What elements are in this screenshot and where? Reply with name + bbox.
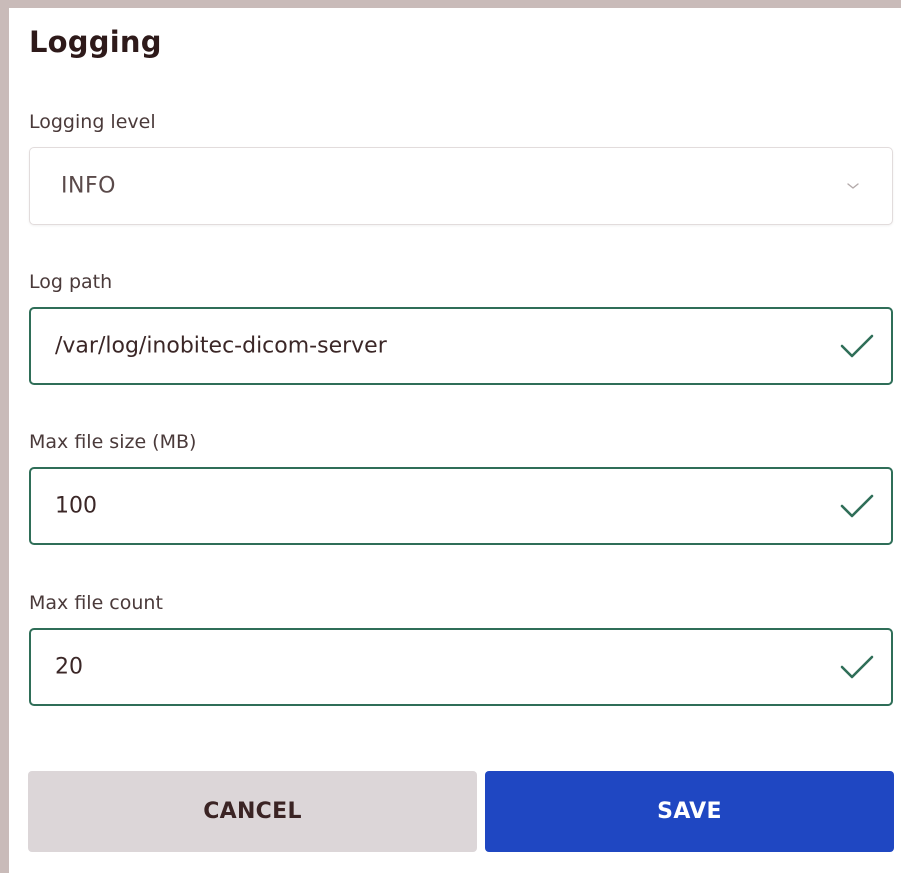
section-title: Logging <box>29 25 162 59</box>
cancel-button[interactable]: CANCEL <box>28 771 477 852</box>
max-file-size-label: Max file size (MB) <box>29 431 197 453</box>
chevron-down-icon <box>847 183 859 189</box>
logging-level-label: Logging level <box>29 111 156 133</box>
settings-window: Logging Logging level INFO Log path /var… <box>0 0 901 873</box>
save-button[interactable]: SAVE <box>485 771 894 852</box>
logging-level-select[interactable]: INFO <box>29 147 893 225</box>
max-file-size-field[interactable]: 100 <box>29 467 893 545</box>
log-path-label: Log path <box>29 271 113 293</box>
max-file-count-field[interactable]: 20 <box>29 628 893 706</box>
check-icon <box>840 655 874 679</box>
max-file-count-label: Max file count <box>29 592 163 614</box>
window-border-left <box>0 0 9 873</box>
log-path-input[interactable]: /var/log/inobitec-dicom-server <box>55 334 387 359</box>
check-icon <box>840 494 874 518</box>
logging-level-value: INFO <box>61 173 116 199</box>
max-file-count-input[interactable]: 20 <box>55 655 83 680</box>
check-icon <box>840 334 874 358</box>
log-path-field[interactable]: /var/log/inobitec-dicom-server <box>29 307 893 385</box>
logging-panel: Logging Logging level INFO Log path /var… <box>9 8 901 873</box>
window-border-top <box>0 0 901 8</box>
max-file-size-input[interactable]: 100 <box>55 494 97 519</box>
